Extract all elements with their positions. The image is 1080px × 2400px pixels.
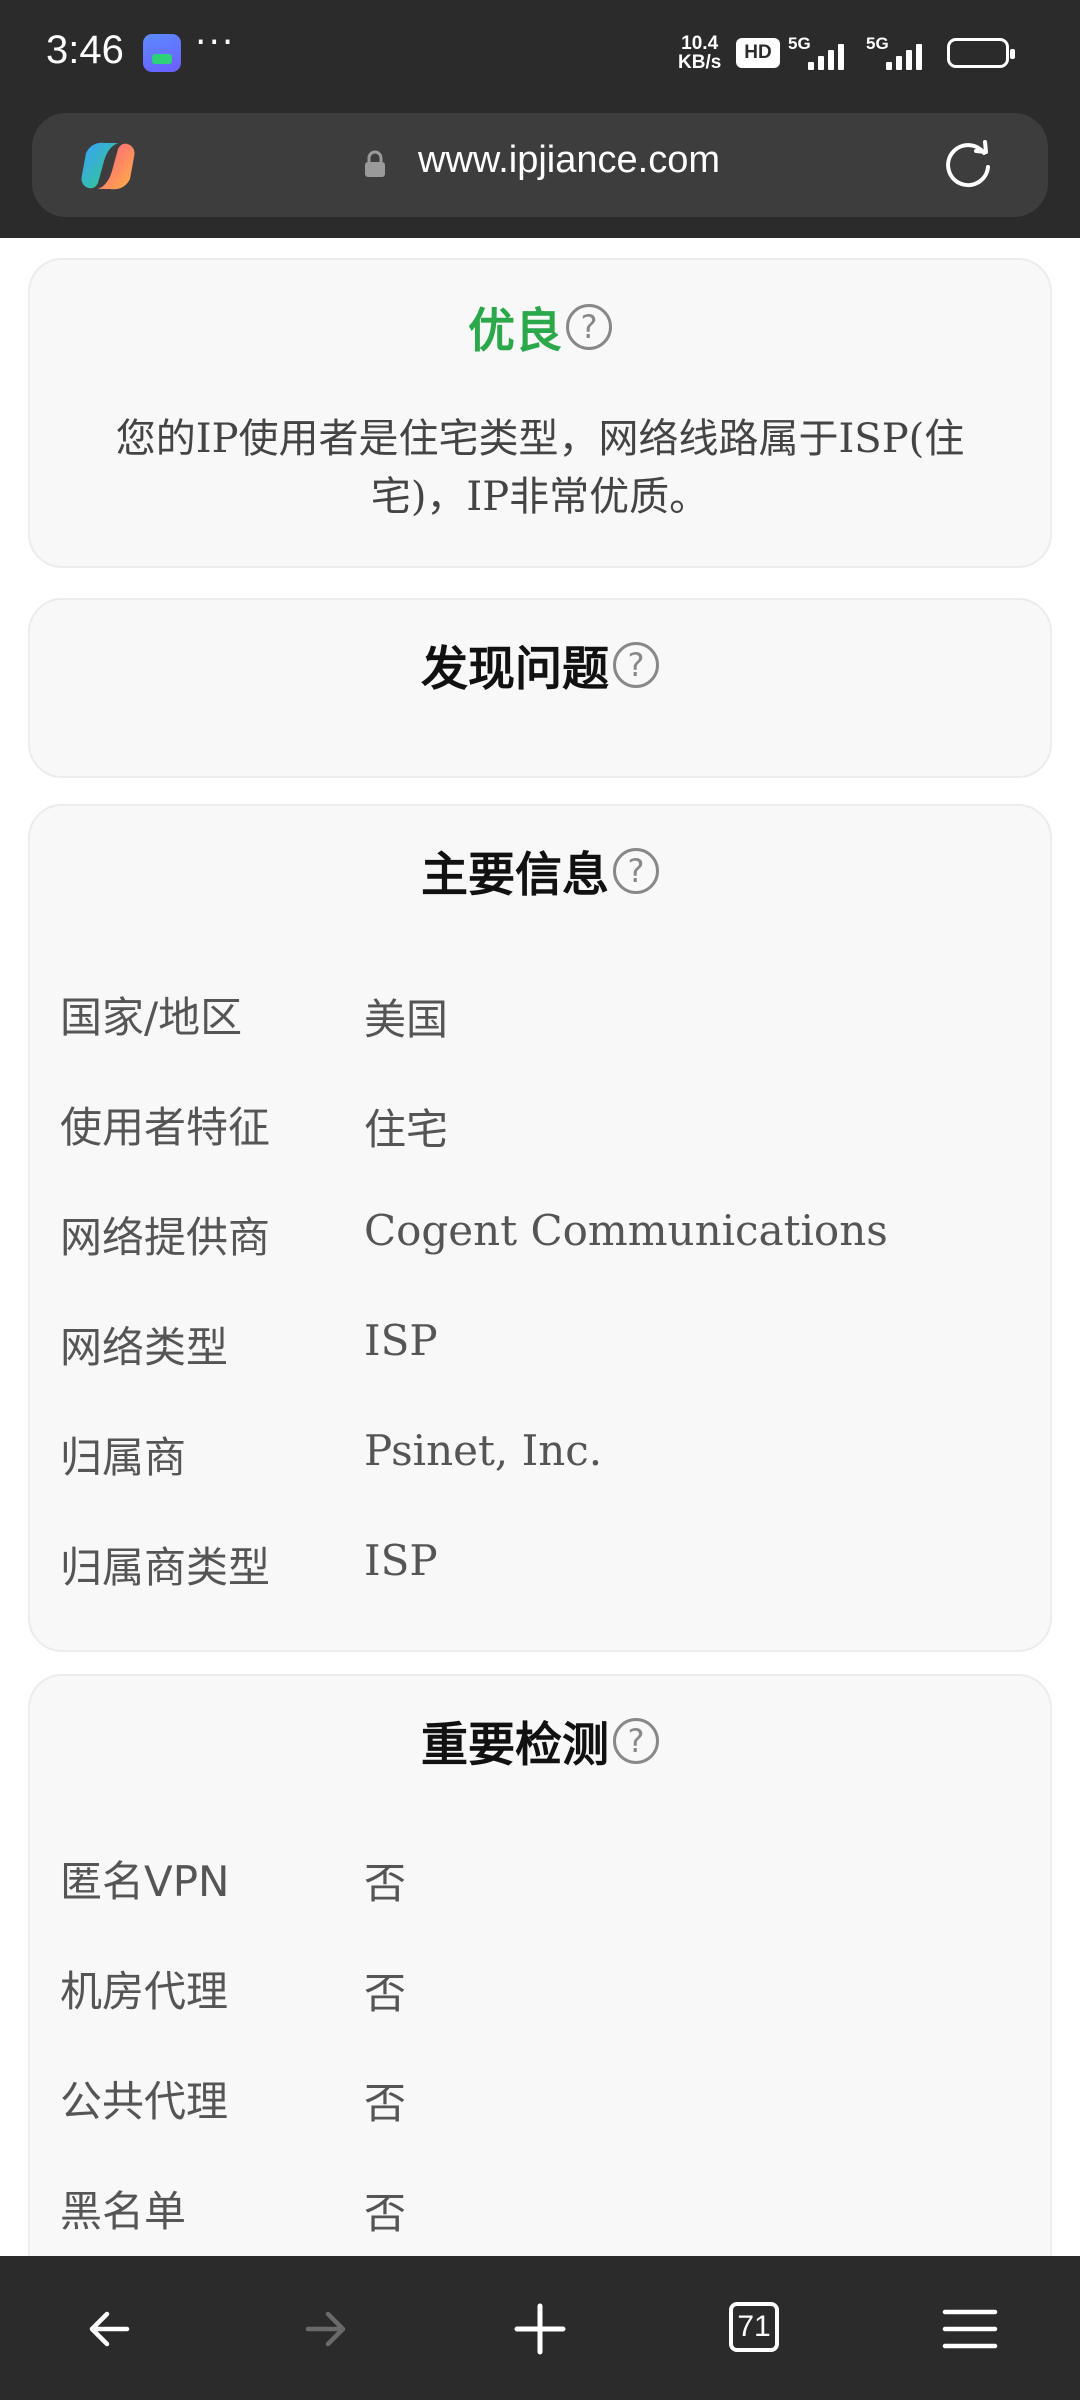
info-label: 网络类型: [60, 1323, 229, 1372]
checks-card: 重要检测? 匿名VPN 否 机房代理 否 公共代理 否 黑名单 否: [28, 1674, 1052, 2256]
status-time: 3:46: [46, 28, 124, 72]
check-value: 否: [364, 1969, 407, 2018]
info-row-owner-type: 归属商类型 ISP: [60, 1534, 1030, 1594]
info-label: 使用者特征: [60, 1103, 271, 1152]
info-value: 住宅: [364, 1105, 449, 1154]
info-value: ISP: [364, 1536, 438, 1585]
question-circle-icon[interactable]: ?: [566, 303, 612, 350]
checks-title-text: 重要检测: [421, 1718, 609, 1773]
info-label: 网络提供商: [60, 1213, 271, 1262]
hamburger-menu-icon[interactable]: [935, 2294, 1005, 2364]
main-info-card: 主要信息? 国家/地区 美国 使用者特征 住宅 网络提供商 Cogent Com…: [28, 804, 1052, 1652]
check-row-public-proxy: 公共代理 否: [60, 2068, 1030, 2128]
info-value: 美国: [364, 995, 449, 1044]
hd-voice-icon: HD: [736, 38, 780, 68]
question-circle-icon[interactable]: ?: [613, 1717, 659, 1764]
info-value: Psinet, Inc.: [364, 1426, 603, 1475]
address-bar[interactable]: www.ipjiance.com: [32, 113, 1048, 217]
battery-percent: 53: [967, 42, 989, 63]
grade-summary: 您的IP使用者是住宅类型，网络线路属于ISP(住宅)，IP非常优质。: [115, 416, 965, 520]
main-info-title-text: 主要信息: [421, 848, 609, 903]
check-value: 否: [364, 1859, 407, 1908]
info-row-user-type: 使用者特征 住宅: [60, 1094, 1030, 1154]
info-label: 归属商类型: [60, 1543, 271, 1592]
info-row-owner: 归属商 Psinet, Inc.: [60, 1424, 1030, 1484]
question-circle-icon[interactable]: ?: [613, 847, 659, 894]
network-speed: 10.4 KB/s: [678, 34, 721, 72]
info-label: 归属商: [60, 1433, 187, 1482]
network-speed-value: 10.4: [681, 33, 719, 54]
plus-icon[interactable]: [505, 2294, 575, 2364]
arrow-left-icon[interactable]: [75, 2294, 145, 2364]
reload-icon[interactable]: [940, 137, 996, 193]
info-row-country: 国家/地区 美国: [60, 984, 1030, 1044]
info-value: Cogent Communications: [364, 1206, 888, 1255]
status-bar: 3:46 ··· 10.4 KB/s HD 5G 5G 53: [0, 0, 1080, 108]
grade-label: 优良: [468, 304, 562, 359]
issues-card: 发现问题?: [28, 598, 1052, 778]
tabs-button[interactable]: 71: [721, 2294, 791, 2364]
check-label: 机房代理: [60, 1967, 229, 2016]
more-notifications-icon: ···: [195, 22, 236, 63]
lock-icon: [365, 150, 385, 177]
info-row-provider: 网络提供商 Cogent Communications: [60, 1204, 1030, 1264]
arrow-right-icon[interactable]: [290, 2294, 360, 2364]
question-circle-icon[interactable]: ?: [613, 641, 659, 688]
url-text[interactable]: www.ipjiance.com: [418, 139, 720, 182]
info-value: ISP: [364, 1316, 438, 1365]
check-label: 公共代理: [60, 2077, 229, 2126]
issues-title: 发现问题?: [30, 630, 1050, 699]
network-speed-unit: KB/s: [678, 52, 722, 73]
check-row-datacenter-proxy: 机房代理 否: [60, 1958, 1030, 2018]
grade-title: 优良?: [30, 292, 1050, 361]
issues-title-text: 发现问题: [421, 642, 609, 697]
check-value: 否: [364, 2079, 407, 2128]
page-content[interactable]: 优良? 您的IP使用者是住宅类型，网络线路属于ISP(住宅)，IP非常优质。 发…: [0, 238, 1080, 2256]
tab-count[interactable]: 71: [729, 2302, 779, 2352]
check-row-blacklist: 黑名单 否: [60, 2178, 1030, 2238]
browser-logo-icon[interactable]: [78, 139, 138, 193]
check-label: 黑名单: [60, 2187, 187, 2236]
grade-card: 优良? 您的IP使用者是住宅类型，网络线路属于ISP(住宅)，IP非常优质。: [28, 258, 1052, 568]
main-info-title: 主要信息?: [30, 836, 1050, 905]
battery-icon: 53: [947, 38, 1015, 68]
browser-top-chrome: 3:46 ··· 10.4 KB/s HD 5G 5G 53 www.ipjia…: [0, 0, 1080, 238]
browser-bottom-nav: 71: [0, 2256, 1080, 2400]
notification-app-icon: [143, 34, 181, 72]
info-row-network-type: 网络类型 ISP: [60, 1314, 1030, 1374]
checks-title: 重要检测?: [30, 1706, 1050, 1775]
check-label: 匿名VPN: [60, 1857, 230, 1906]
info-label: 国家/地区: [60, 993, 243, 1042]
check-value: 否: [364, 2189, 407, 2238]
check-row-vpn: 匿名VPN 否: [60, 1848, 1030, 1908]
